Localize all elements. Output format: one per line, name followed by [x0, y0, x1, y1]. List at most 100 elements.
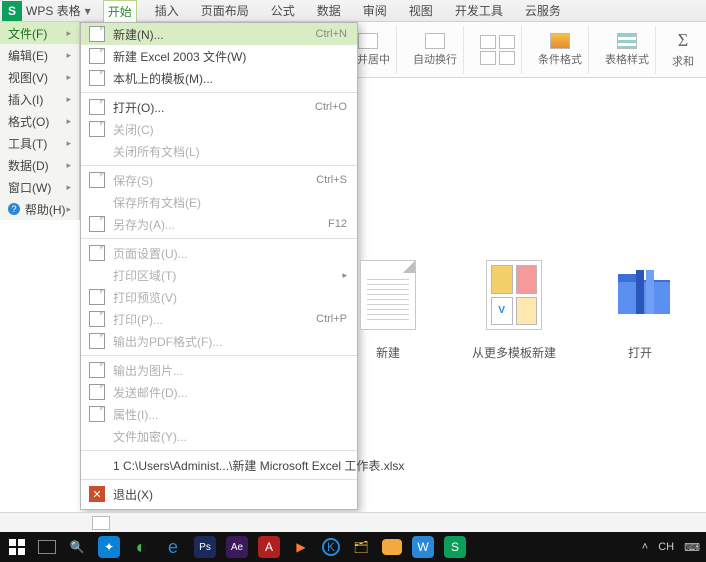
file-menu-item-18: 输出为图片...: [81, 359, 357, 381]
tile-templates-icon: V: [486, 260, 542, 330]
file-menu-item-16: 输出为PDF格式(F)...: [81, 330, 357, 352]
numfmt-icon-4: [499, 51, 515, 65]
tray-up-icon[interactable]: ˄: [642, 541, 648, 553]
ribbon-wrap-group[interactable]: 自动换行: [407, 26, 464, 74]
ae-icon[interactable]: Ae: [226, 536, 248, 558]
title-dropdown-icon[interactable]: ▾: [85, 4, 91, 18]
file-menu-item-1[interactable]: 新建 Excel 2003 文件(W): [81, 45, 357, 67]
acad-icon[interactable]: A: [258, 536, 280, 558]
wps-sheet-icon[interactable]: S: [444, 536, 466, 558]
ime-indicator[interactable]: CH: [658, 541, 674, 553]
mail-icon: [89, 384, 105, 400]
numfmt-icon-3: [480, 51, 496, 65]
tile-templates-label: 从更多模板新建: [472, 344, 556, 361]
menu-item-label: 新建 Excel 2003 文件(W): [113, 48, 347, 65]
leftmenu-label: 编辑(E): [8, 47, 48, 64]
file-menu-item-12: 页面设置(U)...: [81, 242, 357, 264]
page-icon: [89, 289, 105, 305]
explorer-icon[interactable]: 🗂: [350, 536, 372, 558]
tile-new-label: 新建: [376, 344, 400, 361]
taskbar-app-3[interactable]: ▶: [290, 536, 312, 558]
tile-open[interactable]: 打开: [612, 260, 668, 361]
file-menu-item-2[interactable]: 本机上的模板(M)...: [81, 67, 357, 89]
leftmenu-label: 帮助(H): [25, 201, 66, 218]
leftmenu-item-1[interactable]: 编辑(E)▸: [0, 44, 79, 66]
tab-6[interactable]: 视图: [405, 0, 437, 22]
taskbar-app-1[interactable]: ✦: [98, 536, 120, 558]
leftmenu-label: 插入(I): [8, 91, 43, 108]
leftmenu-item-6[interactable]: 数据(D)▸: [0, 154, 79, 176]
ribbon-tablestyle-group[interactable]: 表格样式: [599, 26, 656, 74]
tab-7[interactable]: 开发工具: [451, 0, 507, 22]
sheet-tab-strip: [0, 512, 706, 532]
tile-open-label: 打开: [628, 344, 652, 361]
chevron-right-icon: ▸: [342, 270, 347, 281]
taskbar-app-4[interactable]: K: [322, 538, 340, 556]
file-menu-item-21: 文件加密(Y)...: [81, 425, 357, 447]
chevron-right-icon: ▸: [66, 138, 71, 149]
tab-3[interactable]: 公式: [267, 0, 299, 22]
tab-4[interactable]: 数据: [313, 0, 345, 22]
search-icon[interactable]: 🔍: [66, 536, 88, 558]
ribbon-numformat-group[interactable]: [474, 26, 522, 74]
leftmenu-item-2[interactable]: 视图(V)▸: [0, 66, 79, 88]
page-icon: [89, 48, 105, 64]
tab-5[interactable]: 审阅: [359, 0, 391, 22]
menu-shortcut: Ctrl+O: [315, 101, 347, 113]
ribbon-tablestyle-label: 表格样式: [605, 51, 649, 67]
taskview-icon[interactable]: [38, 540, 56, 554]
leftmenu-label: 工具(T): [8, 135, 47, 152]
sheet-tab-placeholder[interactable]: [92, 516, 110, 530]
tab-0[interactable]: 开始: [103, 0, 137, 22]
file-menu-item-0[interactable]: 新建(N)...Ctrl+N: [81, 23, 357, 45]
leftmenu-item-5[interactable]: 工具(T) ▸: [0, 132, 79, 154]
folder-icon[interactable]: [382, 539, 402, 555]
blank-icon: [89, 457, 105, 473]
tile-templates[interactable]: V 从更多模板新建: [472, 260, 556, 361]
blank-icon: [89, 194, 105, 210]
ribbon-sum-group[interactable]: Σ 求和: [666, 26, 700, 74]
leftmenu-item-8[interactable]: ?帮助(H)▸: [0, 198, 79, 220]
leftmenu-item-3[interactable]: 插入(I) ▸: [0, 88, 79, 110]
ps-icon[interactable]: Ps: [194, 536, 216, 558]
menu-item-label: 另存为(A)...: [113, 216, 320, 233]
page-icon: [89, 333, 105, 349]
chevron-right-icon: ▸: [66, 160, 71, 171]
page-icon: [89, 26, 105, 42]
file-menu-item-23[interactable]: 1 C:\Users\Administ...\新建 Microsoft Exce…: [81, 454, 357, 476]
tab-2[interactable]: 页面布局: [197, 0, 253, 22]
ribbon-cond-label: 条件格式: [538, 51, 582, 67]
wps-writer-icon[interactable]: W: [412, 536, 434, 558]
leftmenu-item-0[interactable]: 文件(F)▸: [0, 22, 79, 44]
disk-icon: [89, 172, 105, 188]
menu-item-label: 保存(S): [113, 172, 308, 189]
app-logo: S: [2, 1, 22, 21]
leftmenu-item-7[interactable]: 窗口(W)▸: [0, 176, 79, 198]
start-icon[interactable]: [6, 536, 28, 558]
app-title: WPS 表格: [26, 2, 81, 19]
cond-icon: [550, 33, 570, 49]
taskbar-app-2[interactable]: ◐: [130, 536, 152, 558]
leftmenu-item-4[interactable]: 格式(O)▸: [0, 110, 79, 132]
chevron-right-icon: ▸: [66, 94, 71, 105]
page-icon: [89, 70, 105, 86]
tab-8[interactable]: 云服务: [521, 0, 565, 22]
print-icon: [89, 311, 105, 327]
menu-item-label: 打印区域(T): [113, 267, 334, 284]
file-menu-item-4[interactable]: 打开(O)...Ctrl+O: [81, 96, 357, 118]
menu-item-label: 打印预览(V): [113, 289, 347, 306]
menu-shortcut: Ctrl+S: [316, 174, 347, 186]
sigma-icon: Σ: [678, 30, 688, 51]
ribbon-cond-group[interactable]: 条件格式: [532, 26, 589, 74]
chevron-right-icon: ▸: [66, 204, 71, 215]
file-menu-item-20: 属性(I)...: [81, 403, 357, 425]
menu-item-label: 新建(N)...: [113, 26, 308, 43]
menu-item-label: 文件加密(Y)...: [113, 428, 347, 445]
file-menu-item-6: 关闭所有文档(L): [81, 140, 357, 162]
tile-new[interactable]: 新建: [360, 260, 416, 361]
file-menu-item-25[interactable]: ✕退出(X): [81, 483, 357, 505]
tray-keyboard-icon[interactable]: ⌨: [684, 541, 700, 554]
ie-icon[interactable]: e: [162, 536, 184, 558]
menu-item-label: 关闭所有文档(L): [113, 143, 347, 160]
tab-1[interactable]: 插入: [151, 0, 183, 22]
